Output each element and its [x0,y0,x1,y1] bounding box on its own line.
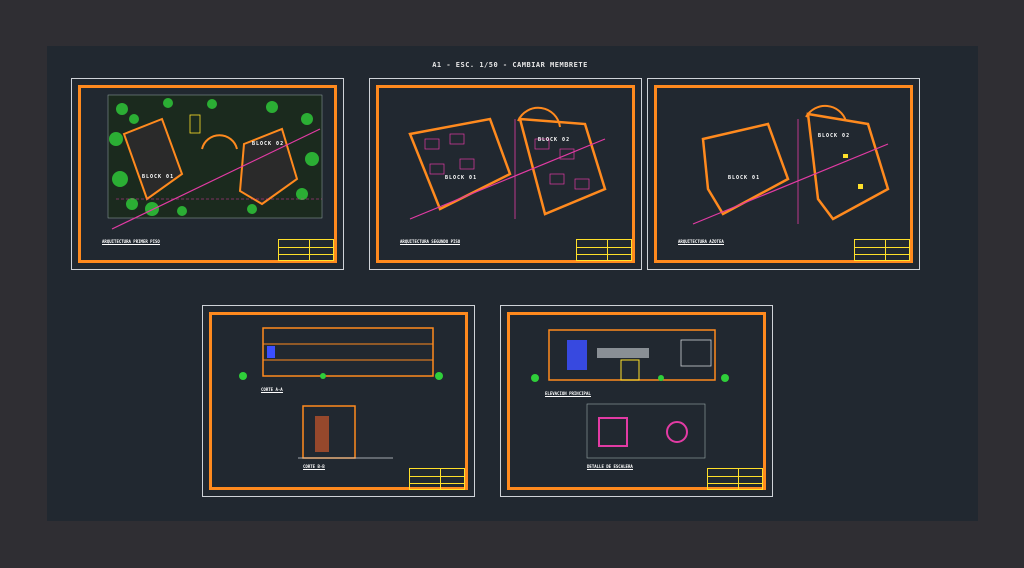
stair-detail-caption: DETALLE DE ESCALERA [587,464,633,470]
section-a-caption: CORTE A-A [261,387,283,393]
title-block [409,468,465,490]
title-block [576,239,632,261]
block-02-label: BLOCK 02 [538,137,571,143]
block-01-label: BLOCK 01 [142,174,175,180]
sheet-caption: ARQUITECTURA SEGUNDO PISO [400,239,461,245]
title-block [854,239,910,261]
sheet-caption: ARQUITECTURA AZOTEA [678,239,724,245]
sheet-title: A1 - ESC. 1/50 - CAMBIAR MEMBRETE [432,61,588,69]
section-b-caption: CORTE B-B [303,464,325,470]
title-block [707,468,763,490]
title-block [278,239,334,261]
block-02-label: BLOCK 02 [252,141,285,147]
sheet-second-floor[interactable]: BLOCK 01 BLOCK 02 ARQUITECTURA SEGUNDO P… [369,78,642,270]
block-01-label: BLOCK 01 [445,175,478,181]
block-01-label: BLOCK 01 [728,175,761,181]
elevation-caption: ELEVACION PRINCIPAL [545,391,591,397]
sheet-sections[interactable]: CORTE A-A CORTE B-B [202,305,475,497]
block-02-label: BLOCK 02 [818,133,851,139]
sheet-roof[interactable]: BLOCK 01 BLOCK 02 ARQUITECTURA AZOTEA [647,78,920,270]
sheet-elevation[interactable]: ELEVACION PRINCIPAL DETALLE DE ESCALERA [500,305,773,497]
sheet-first-floor[interactable]: BLOCK 01 BLOCK 02 ARQUITECTURA PRIMER PI… [71,78,344,270]
sheet-caption: ARQUITECTURA PRIMER PISO [102,239,160,245]
